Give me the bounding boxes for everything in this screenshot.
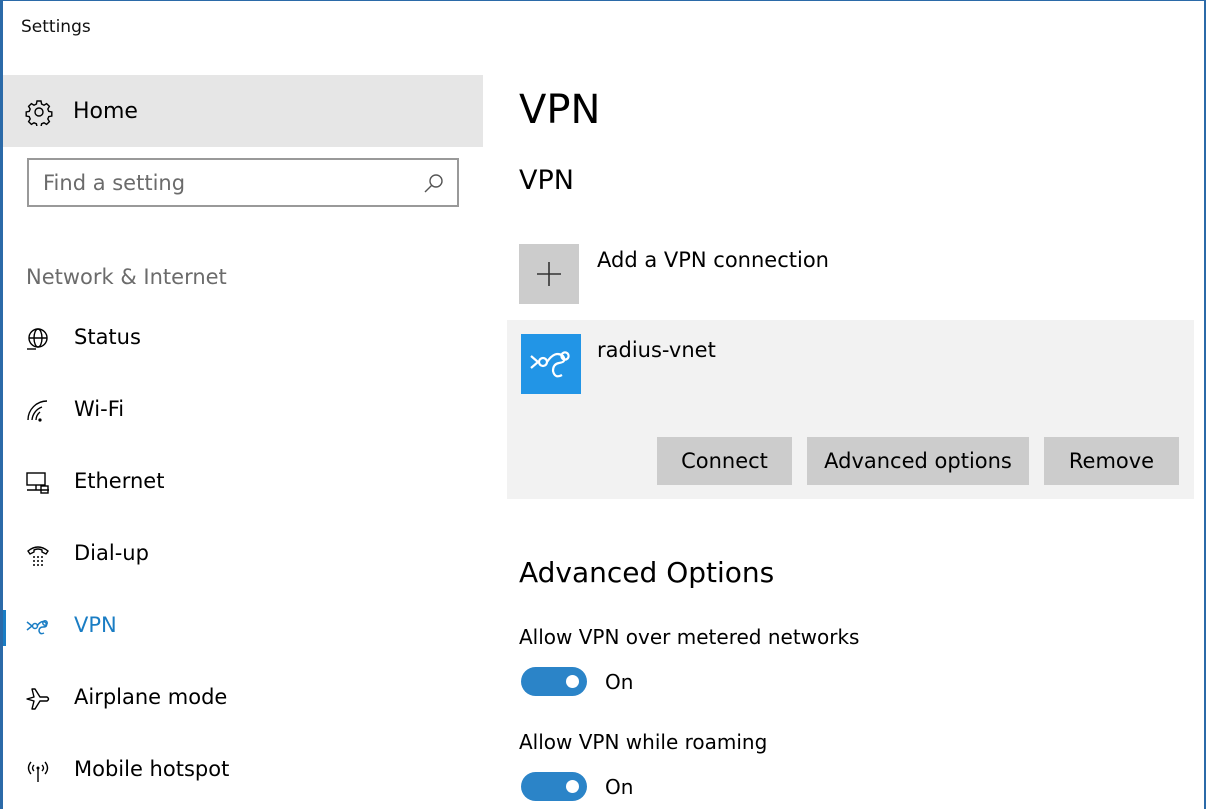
search-icon[interactable] bbox=[423, 172, 445, 194]
vpn-icon bbox=[530, 351, 570, 378]
sidebar-item-label: Dial-up bbox=[74, 541, 149, 565]
sidebar-item-label: Ethernet bbox=[74, 469, 165, 493]
section-header: Network & Internet bbox=[26, 265, 227, 289]
hotspot-icon bbox=[27, 761, 49, 782]
search-input[interactable] bbox=[43, 168, 403, 198]
roaming-label: Allow VPN while roaming bbox=[519, 730, 768, 754]
globe-icon bbox=[27, 328, 48, 350]
toggle-knob bbox=[566, 675, 579, 688]
plus-icon bbox=[537, 262, 561, 286]
roaming-state: On bbox=[605, 775, 634, 799]
advanced-options-title: Advanced Options bbox=[519, 556, 775, 589]
roaming-toggle[interactable] bbox=[521, 772, 587, 801]
sidebar-item-label: Mobile hotspot bbox=[74, 757, 230, 781]
sidebar-item-label: Wi-Fi bbox=[74, 397, 125, 421]
ethernet-icon bbox=[26, 472, 49, 494]
sidebar-item-label: Airplane mode bbox=[74, 685, 228, 709]
advanced-options-button[interactable]: Advanced options bbox=[807, 437, 1029, 485]
page-title: VPN bbox=[519, 87, 601, 133]
active-indicator bbox=[3, 610, 6, 646]
vpn-section-title: VPN bbox=[519, 165, 574, 196]
window-title: Settings bbox=[21, 17, 91, 37]
vpn-connection-name: radius-vnet bbox=[597, 338, 716, 362]
add-vpn-label: Add a VPN connection bbox=[597, 248, 829, 272]
toggle-knob bbox=[566, 780, 579, 793]
home-label: Home bbox=[73, 99, 138, 124]
vpn-connection-card[interactable]: radius-vnet Connect Advanced options Rem… bbox=[507, 320, 1194, 499]
main-content: VPN VPN Add a VPN connection radius-vnet… bbox=[486, 53, 1204, 809]
sidebar-item-label: VPN bbox=[74, 613, 117, 637]
vpn-icon bbox=[26, 620, 48, 635]
vpn-connection-tile bbox=[521, 334, 581, 394]
gear-icon bbox=[25, 100, 53, 126]
metered-networks-toggle[interactable] bbox=[521, 667, 587, 696]
search-box[interactable] bbox=[27, 158, 459, 207]
airplane-icon bbox=[26, 688, 50, 710]
sidebar-item-wifi[interactable]: Wi-Fi bbox=[3, 381, 483, 441]
remove-button[interactable]: Remove bbox=[1044, 437, 1179, 485]
dialup-icon bbox=[27, 546, 49, 566]
metered-networks-label: Allow VPN over metered networks bbox=[519, 625, 860, 649]
title-bar[interactable]: Settings bbox=[3, 1, 1204, 53]
settings-window: Settings Home Network & Internet bbox=[0, 0, 1206, 809]
sidebar-item-ethernet[interactable]: Ethernet bbox=[3, 453, 483, 513]
add-tile bbox=[519, 244, 579, 304]
sidebar-item-vpn[interactable]: VPN bbox=[3, 597, 483, 657]
sidebar-item-label: Status bbox=[74, 325, 141, 349]
sidebar-item-status[interactable]: Status bbox=[3, 309, 483, 369]
sidebar-item-mobile-hotspot[interactable]: Mobile hotspot bbox=[3, 741, 483, 801]
wifi-icon bbox=[27, 400, 48, 422]
add-vpn-connection-button[interactable]: Add a VPN connection bbox=[519, 244, 1019, 304]
connect-button[interactable]: Connect bbox=[657, 437, 792, 485]
sidebar-item-dialup[interactable]: Dial-up bbox=[3, 525, 483, 585]
sidebar: Home Network & Internet S bbox=[3, 53, 486, 809]
sidebar-item-airplane-mode[interactable]: Airplane mode bbox=[3, 669, 483, 729]
home-button[interactable]: Home bbox=[3, 75, 483, 147]
metered-networks-state: On bbox=[605, 670, 634, 694]
